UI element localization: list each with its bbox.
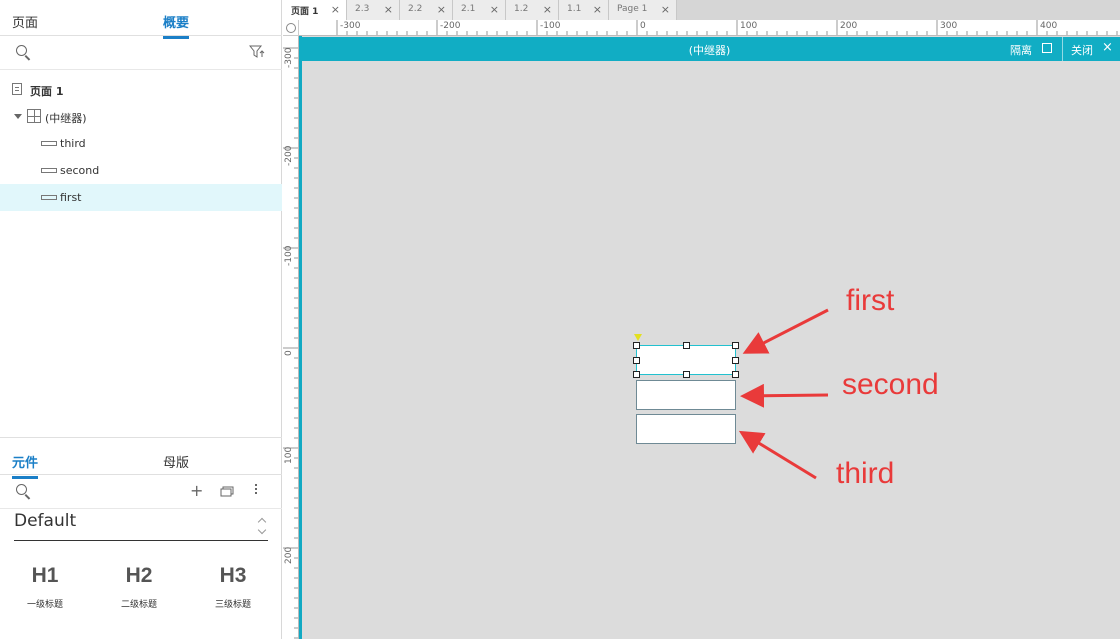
annotation-arrow-first [742,308,829,354]
annotation-first: first [846,284,895,317]
annotation-arrows [738,308,829,480]
annotation-second: second [842,368,939,401]
annotation-arrow-third [738,430,817,480]
annotation-arrow-second [740,383,829,408]
annotation-third: third [836,457,895,490]
